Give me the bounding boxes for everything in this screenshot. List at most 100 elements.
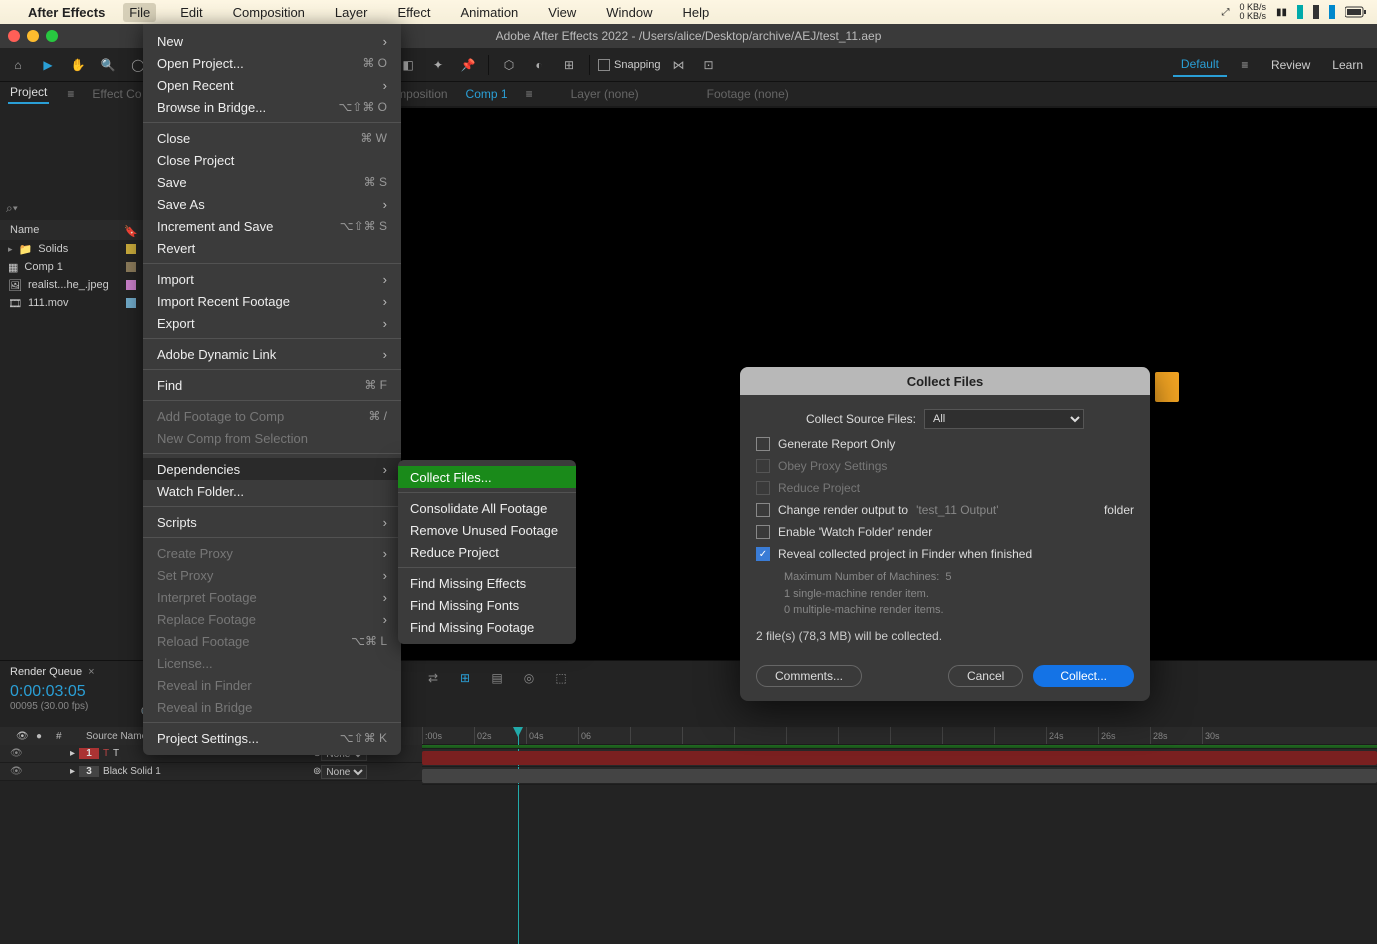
col-eye: 👁 bbox=[10, 731, 30, 742]
status-bar-3 bbox=[1329, 5, 1335, 19]
battery-icon bbox=[1345, 6, 1367, 18]
parent-select[interactable]: None bbox=[321, 765, 367, 779]
proj-item-video[interactable]: 🎞111.mov bbox=[0, 294, 144, 312]
macos-menubar: After Effects File Edit Composition Laye… bbox=[0, 0, 1377, 24]
workspace-review[interactable]: Review bbox=[1263, 54, 1318, 76]
zoom-tool-icon[interactable]: 🔍 bbox=[96, 53, 120, 77]
file-menu-item[interactable]: Open Project...⌘ O bbox=[143, 52, 401, 74]
file-menu-item[interactable]: Open Recent› bbox=[143, 74, 401, 96]
workspace-menu-icon[interactable]: ≡ bbox=[1233, 53, 1257, 77]
file-menu-item[interactable]: Export› bbox=[143, 312, 401, 334]
puppet-tool-icon[interactable]: 📌 bbox=[456, 53, 480, 77]
col-name[interactable]: Name bbox=[10, 224, 39, 236]
file-menu-item[interactable]: Revert bbox=[143, 237, 401, 259]
cancel-button[interactable]: Cancel bbox=[948, 665, 1023, 687]
menu-edit[interactable]: Edit bbox=[174, 3, 208, 22]
file-menu-item[interactable]: Adobe Dynamic Link› bbox=[143, 343, 401, 365]
file-menu-item[interactable]: Import› bbox=[143, 268, 401, 290]
tab-project-menu-icon[interactable]: ≡ bbox=[67, 87, 74, 101]
mask-mode-icon[interactable]: ⬡ bbox=[497, 53, 521, 77]
submenu-item[interactable]: Remove Unused Footage bbox=[398, 519, 576, 541]
network-stats: 0 KB/s0 KB/s bbox=[1239, 3, 1266, 21]
file-menu-item[interactable]: Close Project bbox=[143, 149, 401, 171]
generate-report-checkbox[interactable] bbox=[756, 437, 770, 451]
tl-toolbar-icon[interactable]: ⬚ bbox=[552, 669, 570, 687]
submenu-item[interactable]: Collect Files... bbox=[398, 466, 576, 488]
fullscreen-icon[interactable]: ⤢ bbox=[1221, 7, 1229, 18]
submenu-item[interactable]: Reduce Project bbox=[398, 541, 576, 563]
tab-effect-controls[interactable]: Effect Co bbox=[92, 87, 141, 101]
traffic-lights[interactable] bbox=[8, 30, 58, 42]
hand-tool-icon[interactable]: ✋ bbox=[66, 53, 90, 77]
file-menu-item[interactable]: Dependencies› bbox=[143, 458, 401, 480]
home-tool-icon[interactable]: ⌂ bbox=[6, 53, 30, 77]
tab-comp-name[interactable]: Comp 1 bbox=[466, 87, 508, 101]
menu-layer[interactable]: Layer bbox=[329, 3, 374, 22]
proj-item-comp[interactable]: ▦Comp 1 bbox=[0, 258, 144, 276]
snap-icon-2[interactable]: ⊡ bbox=[697, 53, 721, 77]
file-menu-item[interactable]: Increment and Save⌥⇧⌘ S bbox=[143, 215, 401, 237]
track-3[interactable] bbox=[422, 767, 1377, 785]
submenu-item[interactable]: Find Missing Fonts bbox=[398, 594, 576, 616]
obey-proxy-checkbox bbox=[756, 459, 770, 473]
color-swatch bbox=[126, 298, 136, 308]
proj-item-solids[interactable]: ▸📁Solids bbox=[0, 240, 144, 258]
workspace-default[interactable]: Default bbox=[1173, 53, 1227, 77]
proj-item-image[interactable]: 🖼realist...he_.jpeg bbox=[0, 276, 144, 294]
menu-help[interactable]: Help bbox=[676, 3, 715, 22]
file-menu-item[interactable]: Save As› bbox=[143, 193, 401, 215]
file-menu-item[interactable]: Project Settings...⌥⇧⌘ K bbox=[143, 727, 401, 749]
timeline-tab-render[interactable]: Render Queue bbox=[10, 666, 82, 678]
file-menu-item[interactable]: Browse in Bridge...⌥⇧⌘ O bbox=[143, 96, 401, 118]
project-search[interactable]: ⌕▾ bbox=[0, 196, 144, 220]
menu-animation[interactable]: Animation bbox=[454, 3, 524, 22]
file-menu-item[interactable]: Watch Folder... bbox=[143, 480, 401, 502]
toggle-icon-1[interactable]: ◐ bbox=[527, 53, 551, 77]
toggle-icon-2[interactable]: ⊞ bbox=[557, 53, 581, 77]
tab-project[interactable]: Project bbox=[8, 85, 49, 104]
roto-tool-icon[interactable]: ✦ bbox=[426, 53, 450, 77]
change-output-checkbox[interactable] bbox=[756, 503, 770, 517]
eye-icon[interactable]: 👁 bbox=[10, 748, 26, 759]
submenu-item[interactable]: Find Missing Effects bbox=[398, 572, 576, 594]
timecode[interactable]: 0:00:03:05 bbox=[10, 683, 140, 701]
file-menu-item: Create Proxy› bbox=[143, 542, 401, 564]
file-menu-item[interactable]: Scripts› bbox=[143, 511, 401, 533]
file-menu-item: Interpret Footage› bbox=[143, 586, 401, 608]
close-tab-icon[interactable]: × bbox=[88, 666, 94, 678]
track-1[interactable] bbox=[422, 749, 1377, 767]
file-menu-item[interactable]: Find⌘ F bbox=[143, 374, 401, 396]
menu-file[interactable]: File bbox=[123, 3, 156, 22]
file-menu-item[interactable]: Import Recent Footage› bbox=[143, 290, 401, 312]
file-menu-item[interactable]: Save⌘ S bbox=[143, 171, 401, 193]
eye-icon[interactable]: 👁 bbox=[10, 766, 26, 777]
tl-toolbar-icon[interactable]: ◎ bbox=[520, 669, 538, 687]
comments-button[interactable]: Comments... bbox=[756, 665, 862, 687]
tl-toolbar-icon[interactable]: ⊞ bbox=[456, 669, 474, 687]
workspace-learn[interactable]: Learn bbox=[1324, 54, 1371, 76]
tl-toolbar-icon[interactable]: ▤ bbox=[488, 669, 506, 687]
tab-footage[interactable]: Footage (none) bbox=[707, 87, 789, 101]
collect-source-select[interactable]: All bbox=[924, 409, 1084, 429]
menu-composition[interactable]: Composition bbox=[227, 3, 311, 22]
tl-toolbar-icon[interactable]: ⇄ bbox=[424, 669, 442, 687]
selection-tool-icon[interactable]: ▶ bbox=[36, 53, 60, 77]
file-menu-item: Add Footage to Comp⌘ / bbox=[143, 405, 401, 427]
file-menu-item[interactable]: Close⌘ W bbox=[143, 127, 401, 149]
collect-button[interactable]: Collect... bbox=[1033, 665, 1134, 687]
submenu-item[interactable]: Consolidate All Footage bbox=[398, 497, 576, 519]
tab-comp-menu-icon[interactable]: ≡ bbox=[526, 87, 533, 101]
reveal-checkbox[interactable]: ✓ bbox=[756, 547, 770, 561]
app-name[interactable]: After Effects bbox=[28, 5, 105, 20]
submenu-item[interactable]: Find Missing Footage bbox=[398, 616, 576, 638]
menu-window[interactable]: Window bbox=[600, 3, 658, 22]
tab-layer[interactable]: Layer (none) bbox=[571, 87, 639, 101]
snap-icon-1[interactable]: ⋈ bbox=[667, 53, 691, 77]
menu-view[interactable]: View bbox=[542, 3, 582, 22]
menu-effect[interactable]: Effect bbox=[391, 3, 436, 22]
watch-folder-checkbox[interactable] bbox=[756, 525, 770, 539]
timeline-ruler[interactable]: :00s 02s 04s 06 24s 26s 28s 30s bbox=[422, 727, 1377, 745]
image-icon: 🖼 bbox=[8, 279, 22, 292]
file-menu-item[interactable]: New› bbox=[143, 30, 401, 52]
snapping-checkbox[interactable] bbox=[598, 59, 610, 71]
